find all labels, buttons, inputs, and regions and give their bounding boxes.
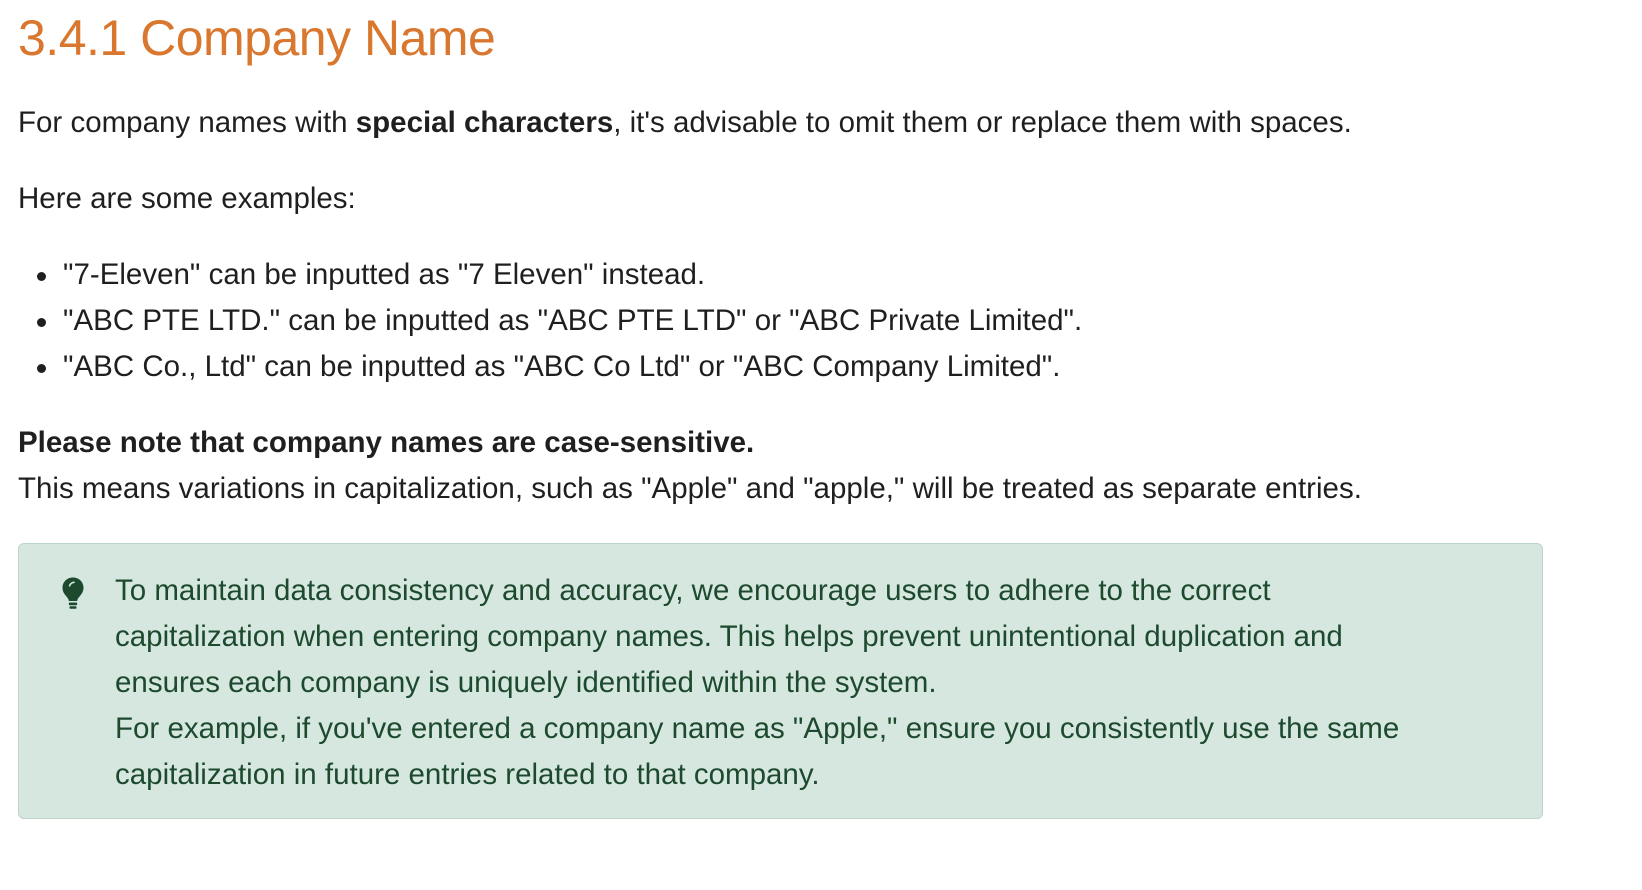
intro-paragraph: For company names with special character…: [18, 100, 1352, 146]
bullet-icon: [37, 364, 46, 373]
intro-bold-text: special characters: [355, 106, 614, 139]
case-sensitive-note: Please note that company names are case-…: [18, 426, 755, 459]
list-item-text: "7-Eleven" can be inputted as "7 Eleven"…: [63, 258, 706, 291]
list-item: "7-Eleven" can be inputted as "7 Eleven"…: [18, 252, 1082, 298]
document-page: 3.4.1 Company Name For company names wit…: [0, 0, 1642, 890]
callout-line: For example, if you've entered a company…: [115, 712, 1400, 745]
examples-list: "7-Eleven" can be inputted as "7 Eleven"…: [18, 252, 1082, 390]
case-sensitive-explanation: This means variations in capitalization,…: [18, 472, 1362, 505]
lightbulb-icon: [62, 577, 84, 609]
callout-text: To maintain data consistency and accurac…: [115, 568, 1525, 798]
intro-text-before: For company names with: [18, 106, 356, 139]
bullet-icon: [37, 272, 46, 281]
intro-text-after: , it's advisable to omit them or replace…: [613, 106, 1352, 139]
callout-line: capitalization when entering company nam…: [115, 620, 1343, 653]
list-item-text: "ABC Co., Ltd" can be inputted as "ABC C…: [63, 350, 1061, 383]
section-heading: 3.4.1 Company Name: [18, 10, 496, 66]
bullet-icon: [37, 318, 46, 327]
list-item: "ABC PTE LTD." can be inputted as "ABC P…: [18, 298, 1082, 344]
callout-line: To maintain data consistency and accurac…: [115, 574, 1271, 607]
list-item-text: "ABC PTE LTD." can be inputted as "ABC P…: [63, 304, 1083, 337]
tip-callout: To maintain data consistency and accurac…: [18, 543, 1543, 819]
list-item: "ABC Co., Ltd" can be inputted as "ABC C…: [18, 344, 1082, 390]
callout-line: capitalization in future entries related…: [115, 758, 820, 791]
examples-intro: Here are some examples:: [18, 182, 356, 215]
callout-line: ensures each company is uniquely identif…: [115, 666, 937, 699]
